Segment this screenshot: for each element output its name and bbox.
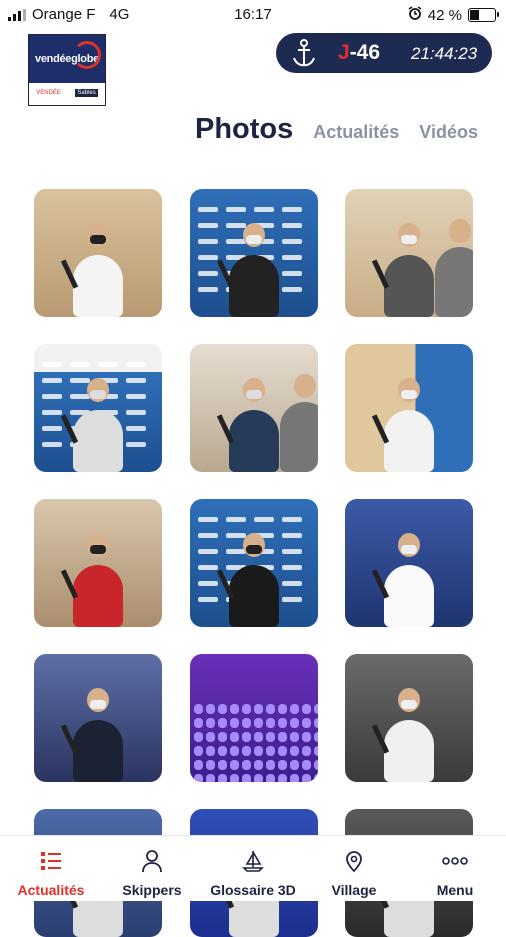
vendee-globe-logo[interactable]: vendéeglobe VENDÉE Sables bbox=[28, 34, 106, 106]
nav-item-skippers[interactable]: Skippers bbox=[102, 848, 202, 898]
tab-actualites[interactable]: Actualités bbox=[313, 122, 399, 143]
tab-videos[interactable]: Vidéos bbox=[419, 122, 478, 143]
person-icon bbox=[102, 848, 202, 874]
dots-menu-icon bbox=[405, 848, 505, 874]
photo-thumbnail[interactable] bbox=[345, 654, 473, 782]
photo-thumbnail[interactable] bbox=[34, 654, 162, 782]
photo-thumbnail[interactable] bbox=[190, 654, 318, 782]
nav-item-actualites[interactable]: Actualités bbox=[1, 848, 101, 898]
photo-thumbnail[interactable] bbox=[34, 499, 162, 627]
media-tabs: Photos Actualités Vidéos bbox=[195, 113, 478, 146]
nav-label-skippers: Skippers bbox=[122, 882, 182, 898]
battery-percent: 42 % bbox=[427, 6, 462, 24]
status-bar: Orange F 4G 16:17 42 % bbox=[0, 0, 506, 30]
logo-sponsor-right: Sables bbox=[75, 89, 98, 97]
nav-label-menu: Menu bbox=[436, 882, 474, 898]
countdown-time: 21:44:23 bbox=[411, 44, 478, 63]
photo-thumbnail[interactable] bbox=[190, 189, 318, 317]
photo-thumbnail[interactable] bbox=[34, 189, 162, 317]
nav-item-village[interactable]: Village bbox=[304, 848, 404, 898]
nav-item-menu[interactable]: Menu bbox=[405, 848, 505, 898]
nav-label-actualites: Actualités bbox=[17, 882, 85, 898]
news-list-icon bbox=[1, 848, 101, 874]
photo-thumbnail[interactable] bbox=[345, 344, 473, 472]
anchor-icon bbox=[293, 39, 315, 67]
photo-thumbnail[interactable] bbox=[190, 499, 318, 627]
race-countdown[interactable]: J-46 21:44:23 bbox=[276, 33, 492, 73]
nav-label-glossaire: Glossaire 3D bbox=[210, 882, 296, 898]
photo-thumbnail[interactable] bbox=[345, 189, 473, 317]
tab-photos[interactable]: Photos bbox=[195, 113, 293, 146]
photo-thumbnail[interactable] bbox=[34, 344, 162, 472]
photo-thumbnail[interactable] bbox=[190, 344, 318, 472]
bottom-nav: Actualités Skippers Glossaire 3D Village… bbox=[0, 835, 506, 901]
photo-thumbnail[interactable] bbox=[345, 499, 473, 627]
battery-icon bbox=[468, 8, 499, 22]
logo-sponsor-left: VENDÉE bbox=[36, 90, 61, 96]
nav-item-glossaire[interactable]: Glossaire 3D bbox=[203, 848, 303, 898]
sailboat-icon bbox=[203, 848, 303, 874]
nav-label-village: Village bbox=[331, 882, 377, 898]
alarm-icon bbox=[408, 6, 422, 24]
map-pin-icon bbox=[304, 848, 404, 874]
countdown-days: J-46 bbox=[338, 41, 381, 64]
